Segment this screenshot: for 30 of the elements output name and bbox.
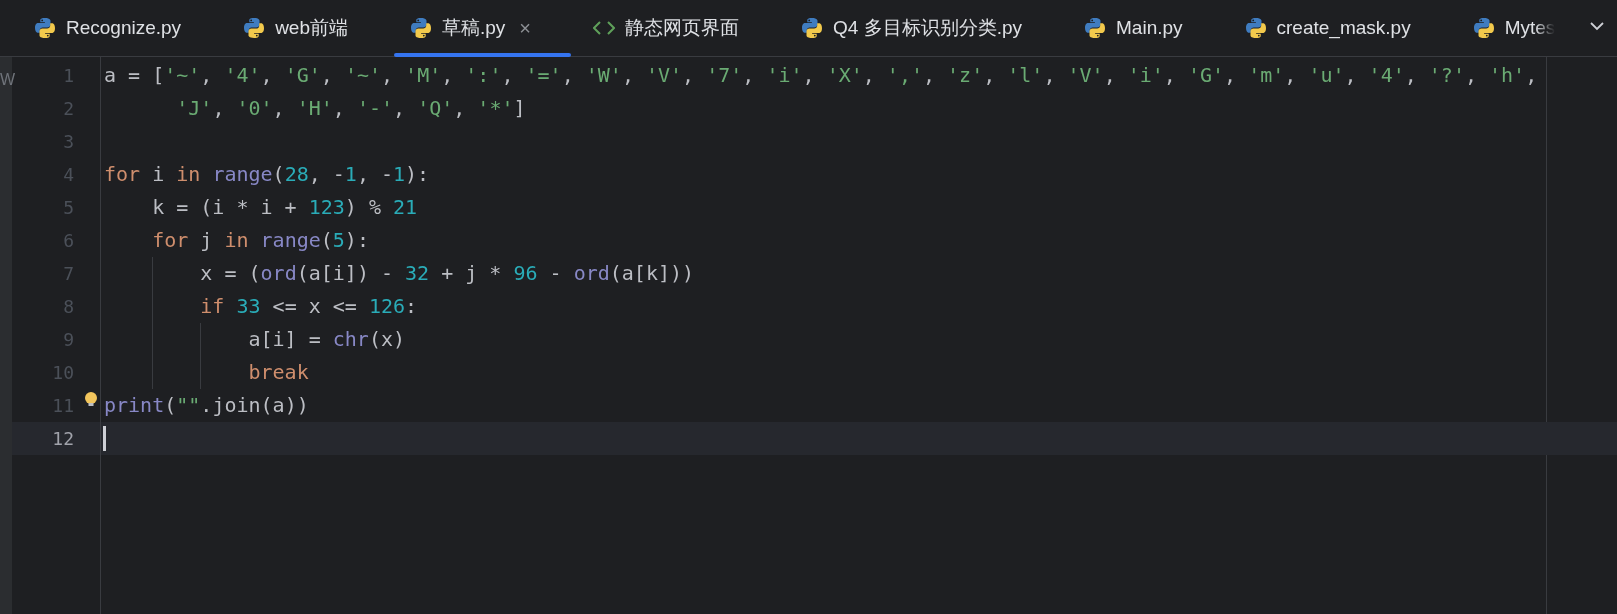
close-tab-button[interactable]: ×	[519, 16, 532, 40]
file-tab[interactable]: web前端	[239, 0, 378, 56]
code-line: for i in range(28, -1, -1):	[104, 162, 430, 186]
code-line: if 33 <= x <= 126:	[199, 294, 418, 318]
code-line: a[i] = chr(x)	[247, 327, 406, 351]
file-tab[interactable]: create_mask.py	[1240, 0, 1441, 56]
python-file-icon	[1244, 17, 1267, 39]
code-line: print("".join(a))	[104, 393, 309, 417]
line-number: 12	[52, 427, 74, 451]
file-tab[interactable]: Main.py	[1080, 0, 1213, 56]
python-file-icon	[243, 17, 266, 39]
python-file-icon	[1084, 17, 1106, 39]
file-tab[interactable]: Recognize.py	[30, 0, 212, 56]
file-tab[interactable]: Mytes	[1468, 0, 1586, 56]
lightbulb-icon[interactable]	[83, 391, 99, 407]
code-line: break	[247, 360, 309, 384]
code-line: x = (ord(a[i]) - 32 + j * 96 - ord(a[k]))	[199, 261, 695, 285]
code-line: 'J', '0', 'H', '-', 'Q', '*']	[175, 96, 526, 120]
python-file-icon	[34, 17, 56, 39]
python-file-icon	[410, 17, 432, 39]
chevron-down-icon[interactable]	[1589, 20, 1605, 32]
file-tab[interactable]: Q4 多目标识别分类.py	[797, 0, 1052, 56]
code-line: k = (i * i + 123) % 21	[151, 195, 418, 219]
angle-brackets-icon	[593, 20, 616, 36]
code-line: for j in range(5):	[151, 228, 369, 252]
text-cursor	[103, 426, 106, 451]
file-tab[interactable]: 静态网页界面	[589, 0, 770, 56]
python-file-icon	[1472, 17, 1495, 39]
code-line: a = ['~', '4', 'G', '~', 'M', ':', '=', 'W', 'V', '7', 'i', 'X', ',', 'z', 'l', 'V', 'i', 'G', 'm', 'u', '4', '?', 'h',	[104, 63, 1538, 87]
python-file-icon	[801, 17, 824, 39]
